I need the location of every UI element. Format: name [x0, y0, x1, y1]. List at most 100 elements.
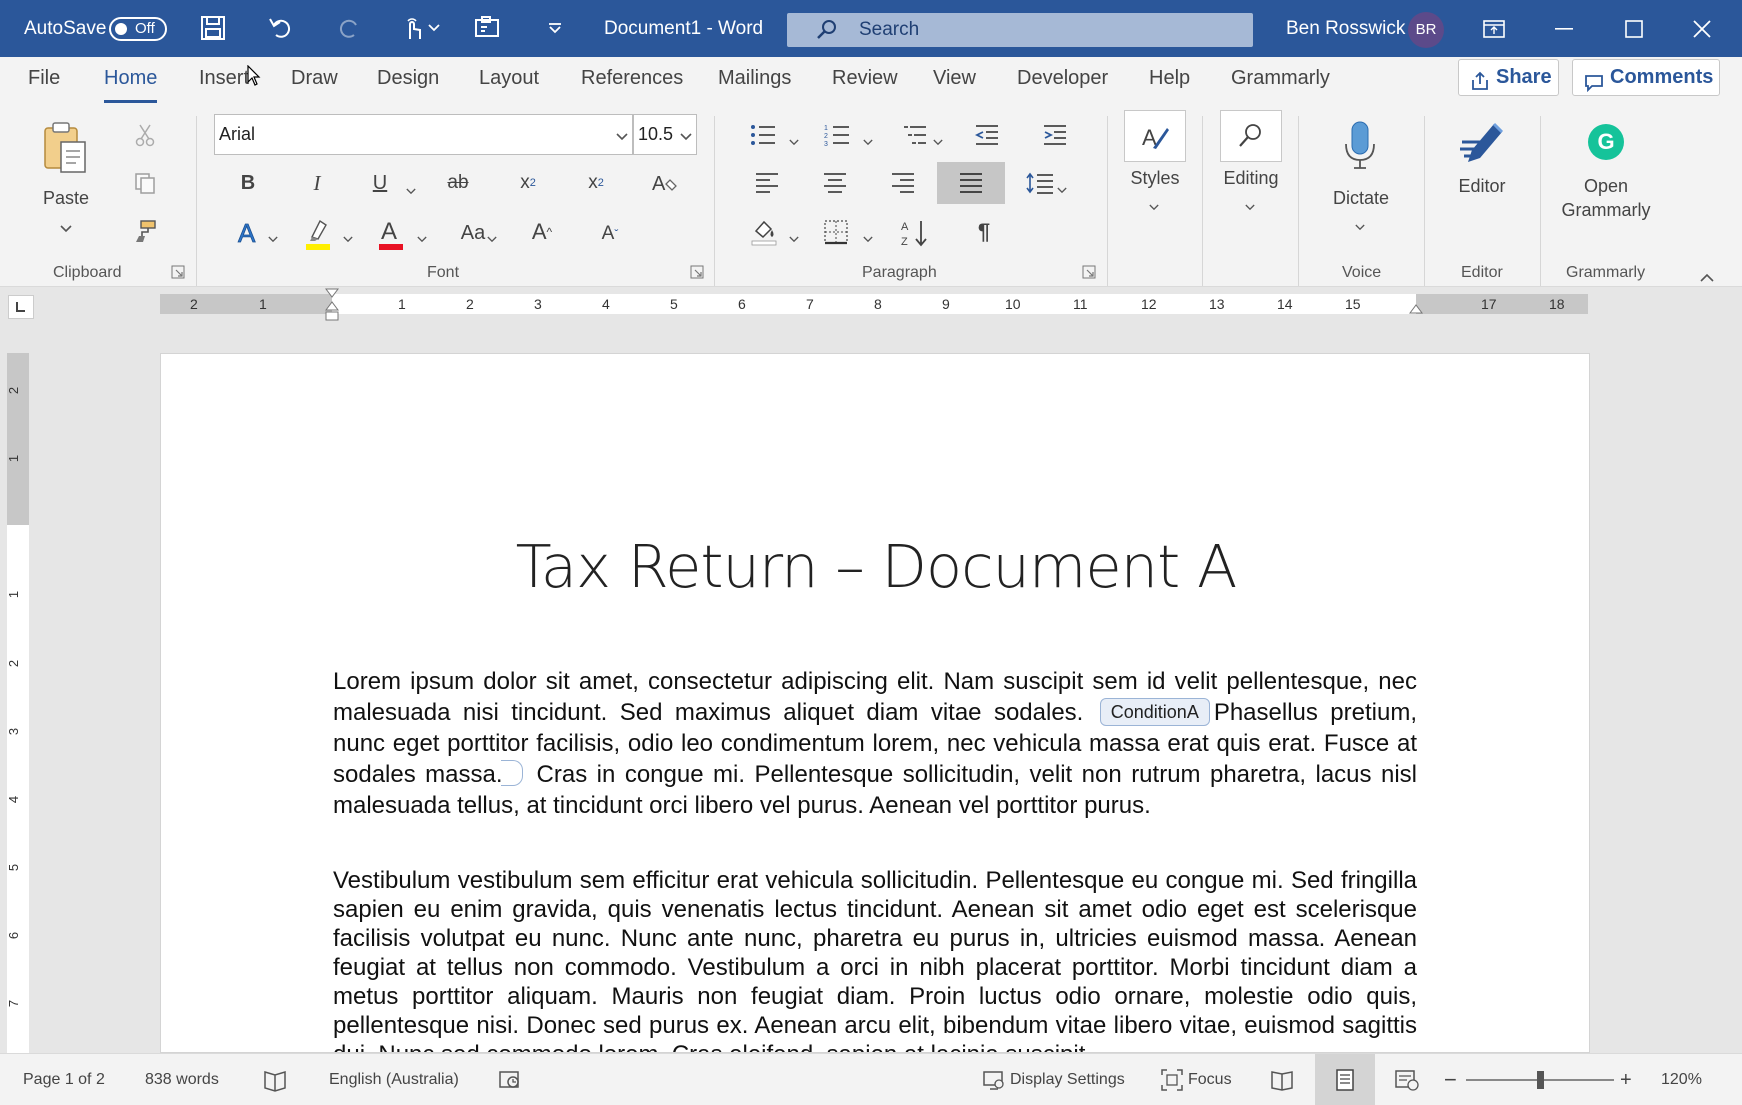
bullets-icon[interactable] [748, 120, 778, 150]
font-name-dropdown-icon[interactable] [616, 128, 628, 146]
format-painter-icon[interactable] [130, 216, 160, 246]
right-indent-marker-icon[interactable] [1409, 301, 1423, 320]
copy-icon[interactable] [130, 168, 160, 198]
editing-label[interactable]: Editing [1214, 168, 1288, 189]
font-size-dropdown-icon[interactable] [680, 128, 692, 146]
highlight-dropdown-icon[interactable] [343, 230, 353, 248]
tab-mailings[interactable]: Mailings [718, 57, 791, 108]
word-count[interactable]: 838 words [145, 1054, 219, 1105]
shrink-font-icon[interactable]: Aˇ [594, 218, 626, 250]
font-name-combo[interactable]: Arial [214, 114, 633, 155]
shading-icon[interactable] [748, 216, 780, 248]
print-layout-icon[interactable] [1333, 1068, 1357, 1097]
ribbon-display-options-icon[interactable] [1460, 0, 1528, 57]
styles-dropdown-icon[interactable] [1149, 198, 1159, 216]
focus-label[interactable]: Focus [1188, 1054, 1232, 1105]
undo-icon[interactable] [264, 11, 298, 45]
justify-icon[interactable] [937, 162, 1005, 204]
font-color-icon[interactable]: A [375, 216, 407, 252]
styles-icon[interactable]: A [1124, 110, 1186, 162]
tab-developer[interactable]: Developer [1017, 57, 1108, 108]
grow-font-icon[interactable]: A ^ [526, 216, 558, 248]
borders-icon[interactable] [820, 216, 852, 248]
zoom-in-icon[interactable]: + [1620, 1054, 1632, 1105]
language[interactable]: English (Australia) [329, 1054, 459, 1105]
font-size-combo[interactable]: 10.5 [633, 114, 697, 155]
zoom-out-icon[interactable]: − [1444, 1054, 1457, 1105]
tab-home[interactable]: Home [104, 57, 158, 108]
line-spacing-dropdown-icon[interactable] [1057, 181, 1067, 199]
editor-icon[interactable] [1456, 116, 1510, 170]
editing-dropdown-icon[interactable] [1245, 198, 1255, 216]
tab-selector-icon[interactable] [8, 295, 34, 319]
multilevel-list-icon[interactable] [900, 120, 930, 150]
read-mode-icon[interactable] [1270, 1068, 1294, 1097]
numbering-icon[interactable]: 123 [822, 120, 852, 150]
comments-button[interactable]: Comments [1572, 59, 1720, 96]
avatar[interactable]: BR [1408, 12, 1444, 48]
editing-icon[interactable] [1220, 110, 1282, 162]
align-center-icon[interactable] [820, 168, 850, 198]
dictate-label[interactable]: Dictate [1322, 188, 1400, 209]
minimize-icon[interactable] [1530, 0, 1598, 57]
tab-view[interactable]: View [933, 57, 976, 108]
increase-indent-icon[interactable] [1040, 120, 1070, 150]
tab-design[interactable]: Design [377, 57, 439, 108]
open-grammarly-label-2[interactable]: Grammarly [1556, 200, 1656, 221]
font-launcher-icon[interactable] [690, 265, 704, 279]
shading-dropdown-icon[interactable] [789, 230, 799, 248]
open-grammarly-label-1[interactable]: Open [1556, 176, 1656, 197]
touch-mode-dropdown-icon[interactable] [424, 11, 444, 45]
styles-label[interactable]: Styles [1124, 168, 1186, 189]
proofing-book-icon[interactable] [263, 1068, 287, 1097]
zoom-slider-thumb[interactable] [1536, 1071, 1544, 1089]
tab-file[interactable]: File [28, 57, 60, 108]
zoom-level[interactable]: 120% [1661, 1054, 1702, 1105]
tab-references[interactable]: References [581, 57, 683, 108]
underline-icon[interactable]: U [365, 168, 395, 198]
share-button[interactable]: Share [1458, 59, 1559, 96]
strikethrough-icon[interactable]: ab [443, 168, 473, 198]
document-page[interactable]: Tax Return – Document A Lorem ipsum dolo… [160, 353, 1590, 1053]
maximize-icon[interactable] [1600, 0, 1668, 57]
save-icon[interactable] [196, 11, 230, 45]
change-case-dropdown-icon[interactable] [487, 230, 497, 248]
multilevel-dropdown-icon[interactable] [933, 133, 943, 151]
search-box[interactable]: Search [787, 13, 1253, 47]
paste-icon[interactable] [40, 118, 92, 178]
accessibility-icon[interactable] [498, 1068, 522, 1097]
grammarly-logo-icon[interactable]: G [1588, 124, 1624, 160]
tab-layout[interactable]: Layout [479, 57, 539, 108]
borders-dropdown-icon[interactable] [863, 230, 873, 248]
microphone-icon[interactable] [1338, 116, 1382, 176]
tab-draw[interactable]: Draw [291, 57, 338, 108]
paste-dropdown-icon[interactable] [60, 220, 72, 238]
vertical-ruler[interactable]: 2 1 1 2 3 4 5 6 7 [6, 353, 29, 1053]
italic-icon[interactable]: I [302, 168, 332, 198]
editor-label[interactable]: Editor [1446, 176, 1518, 197]
customize-form-icon[interactable] [471, 11, 505, 45]
font-color-dropdown-icon[interactable] [417, 230, 427, 248]
quick-access-more-icon[interactable] [538, 11, 572, 45]
paragraph-launcher-icon[interactable] [1082, 265, 1096, 279]
display-settings-icon[interactable] [982, 1068, 1006, 1097]
tab-help[interactable]: Help [1149, 57, 1190, 108]
cut-icon[interactable] [130, 120, 160, 150]
sort-icon[interactable]: AZ [898, 216, 932, 250]
tab-grammarly[interactable]: Grammarly [1231, 57, 1330, 108]
focus-icon[interactable] [1160, 1068, 1184, 1097]
bold-icon[interactable]: B [233, 168, 263, 198]
paragraph-1[interactable]: Lorem ipsum dolor sit amet, consectetur … [333, 666, 1417, 821]
content-control-end-tag[interactable] [500, 760, 523, 786]
underline-dropdown-icon[interactable] [406, 182, 416, 200]
horizontal-ruler[interactable]: 2 1 1 2 3 4 5 6 7 8 9 10 11 12 13 14 15 … [160, 288, 1588, 321]
text-effects-icon[interactable]: A [233, 216, 265, 248]
dictate-dropdown-icon[interactable] [1355, 218, 1365, 236]
document-title-heading[interactable]: Tax Return – Document A [161, 532, 1589, 601]
numbering-dropdown-icon[interactable] [863, 133, 873, 151]
highlight-icon[interactable] [302, 216, 334, 252]
line-spacing-icon[interactable] [1024, 168, 1056, 198]
bullets-dropdown-icon[interactable] [789, 133, 799, 151]
superscript-icon[interactable]: x2 [581, 168, 611, 198]
tab-insert[interactable]: Insert [199, 57, 249, 108]
